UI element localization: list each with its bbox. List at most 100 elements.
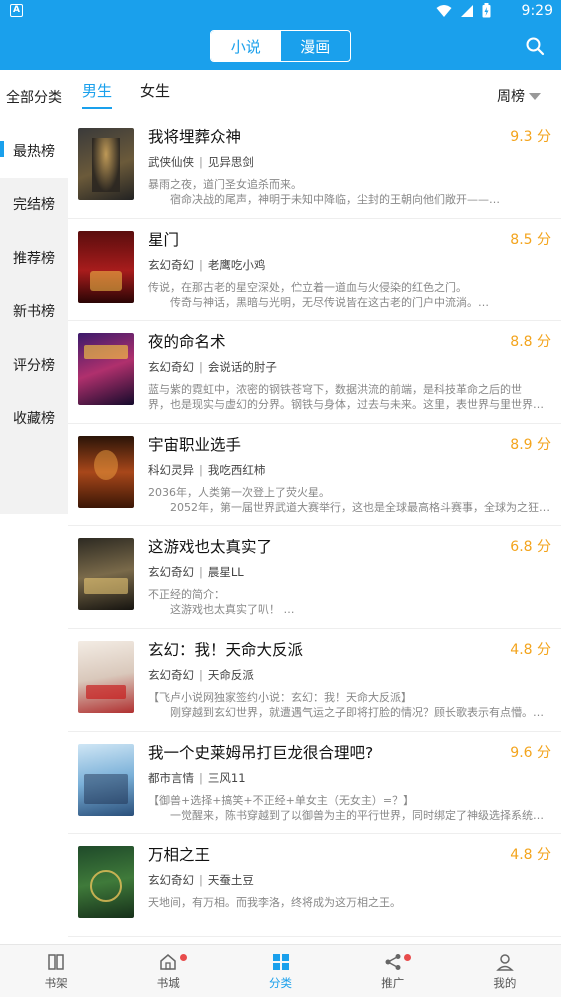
book-description: 暴雨之夜，道门圣女追杀而来。 宿命决战的尾声，神明于未知中降临，尘封的王朝向他们敞… [148, 177, 553, 207]
nav-label: 分类 [269, 975, 292, 990]
sidebar-item-recommended[interactable]: 推荐榜 [0, 231, 68, 285]
tab-novel[interactable]: 小说 [211, 31, 281, 61]
book-category: 玄幻奇幻 [148, 360, 194, 375]
book-cover [78, 743, 134, 816]
book-title: 玄幻：我！天命大反派 [148, 640, 304, 659]
book-description: 【御兽+选择+搞笑+不正经+单女主（无女主）=？】 一觉醒来，陈书穿越到了以御兽为… [148, 793, 553, 823]
book-item[interactable]: 我一个史莱姆吊打巨龙很合理吧? 9.6 分 都市言情 | 三风11 【御兽+选择+搞… [68, 732, 561, 835]
sidebar-item-hottest[interactable]: 最热榜 [0, 124, 68, 178]
book-description: 2036年，人类第一次登上了荧火星。 2052年，第一届世界武道大赛举行，这也是全… [148, 485, 553, 515]
share-icon [385, 953, 401, 970]
all-categories-button[interactable]: 全部分类 [0, 70, 68, 124]
meta-divider: | [199, 565, 203, 580]
book-category: 武侠仙侠 [148, 155, 194, 169]
book-cover [78, 538, 134, 611]
meta-divider: | [199, 360, 203, 375]
book-author: 三风11 [207, 770, 246, 785]
book-item[interactable]: 万相之王 4.8 分 玄幻奇幻 | 天蚕土豆 天地间，有万相。而我李洛，终将成为这万… [68, 834, 561, 937]
description-line: 天地间，有万相。而我李洛，终将成为这万相之王。 [148, 896, 401, 910]
book-cover [78, 640, 134, 713]
book-score: 6.8 分 [510, 539, 551, 556]
description-line: 2052年，第一届世界武道大赛举行，这也是全球最高格斗赛事，全球为之狂… [170, 500, 550, 514]
tab-female[interactable]: 女生 [140, 80, 170, 109]
book-description: 传说，在那古老的星空深处，伫立着一道血与火侵染的红色之门。 传奇与神话，黑暗与光明… [148, 280, 553, 310]
book-title: 夜的命名术 [148, 333, 226, 352]
nav-profile[interactable]: 我的 [449, 945, 561, 997]
nav-promotion[interactable]: 推广 [337, 945, 449, 997]
period-dropdown[interactable]: 周榜 [497, 86, 541, 106]
description-line: 刚穿越到玄幻世界，就遭遇气运之子即将打脸的情况？顾长歌表示有点懵。… [170, 705, 544, 719]
clock: 9:29 [521, 3, 553, 19]
category-icon [272, 953, 289, 970]
book-score: 4.8 分 [510, 641, 551, 658]
description-line: 传说，在那古老的星空深处，伫立着一道血与火侵染的红色之门。 [148, 280, 467, 294]
meta-divider: | [199, 667, 203, 682]
sidebar-item-rating[interactable]: 评分榜 [0, 338, 68, 392]
book-item[interactable]: 玄幻：我！天命大反派 4.8 分 玄幻奇幻 | 天命反派 【飞卢小说网独家签约小说：… [68, 629, 561, 732]
nav-label: 我的 [493, 975, 517, 990]
book-item[interactable]: 星门 8.5 分 玄幻奇幻 | 老鹰吃小鸡 传说，在那古老的星空深处，伫立着一道血与… [68, 219, 561, 322]
description-line: 【飞卢小说网独家签约小说：玄幻：我！天命大反派】 [148, 690, 412, 704]
book-score: 8.5 分 [510, 231, 551, 248]
app-notification-icon: A [10, 4, 23, 17]
signal-icon [461, 4, 473, 17]
sidebar-item-favorites[interactable]: 收藏榜 [0, 392, 68, 446]
nav-bookshelf[interactable]: 书架 [0, 945, 112, 997]
search-icon[interactable] [525, 36, 545, 56]
book-item[interactable]: 夜的命名术 8.8 分 玄幻奇幻 | 会说话的肘子 蓝与紫的霓虹中，浓密的钢铁苍穹下… [68, 321, 561, 424]
content-type-switch: 小说 漫画 [210, 30, 351, 62]
book-author: 老鹰吃小鸡 [207, 257, 266, 272]
tab-male[interactable]: 男生 [82, 80, 113, 109]
book-meta: 玄幻奇幻 | 天蚕土豆 [148, 872, 254, 888]
nav-label: 推广 [381, 975, 405, 990]
nav-category[interactable]: 分类 [224, 945, 336, 997]
book-category: 玄幻奇幻 [148, 565, 194, 580]
book-score: 8.9 分 [510, 436, 551, 453]
status-icons [436, 3, 491, 18]
book-category: 玄幻奇幻 [148, 873, 194, 888]
tab-comic[interactable]: 漫画 [281, 31, 351, 61]
wifi-icon [436, 4, 452, 17]
sidebar-item-new-books[interactable]: 新书榜 [0, 285, 68, 339]
book-score: 9.3 分 [510, 129, 551, 145]
ranking-list: 最热榜 完结榜 推荐榜 新书榜 评分榜 收藏榜 [0, 124, 68, 514]
book-meta: 玄幻奇幻 | 老鹰吃小鸡 [148, 257, 265, 273]
meta-divider: | [199, 873, 203, 888]
book-item[interactable]: 宇宙职业选手 8.9 分 科幻灵异 | 我吃西红柿 2036年，人类第一次登上了荧火… [68, 424, 561, 527]
book-meta: 科幻灵异 | 我吃西红柿 [148, 462, 265, 478]
battery-icon [482, 3, 491, 18]
book-title: 宇宙职业选手 [148, 435, 242, 454]
description-line: 宿命决战的尾声，神明于未知中降临，尘封的王朝向他们敞开——… [170, 193, 500, 206]
meta-divider: | [199, 257, 203, 272]
ranking-sidebar: 全部分类 最热榜 完结榜 推荐榜 新书榜 评分榜 收藏榜 [0, 70, 68, 944]
nav-label: 书城 [156, 975, 180, 990]
book-meta: 玄幻奇幻 | 会说话的肘子 [148, 359, 277, 375]
book-meta: 都市言情 | 三风11 [148, 770, 246, 786]
book-item[interactable]: 这游戏也太真实了 6.8 分 玄幻奇幻 | 晨星LL 不正经的简介： 这游戏也太真实了… [68, 526, 561, 629]
home-icon [160, 953, 177, 970]
nav-label: 书架 [44, 975, 68, 990]
sidebar-item-completed[interactable]: 完结榜 [0, 178, 68, 232]
book-author: 见异思剑 [207, 155, 254, 169]
book-cover [78, 230, 134, 303]
description-line: 2036年，人类第一次登上了荧火星。 [148, 485, 330, 499]
book-item[interactable]: 我将埋葬众神 9.3 分 武侠仙侠 | 见异思剑 暴雨之夜，道门圣女追杀而来。 宿命决… [68, 116, 561, 219]
profile-icon [496, 953, 514, 971]
dropdown-arrow-icon [529, 92, 541, 100]
book-author: 会说话的肘子 [207, 360, 277, 375]
book-cover [78, 846, 134, 919]
book-title: 我一个史莱姆吊打巨龙很合理吧? [148, 743, 374, 762]
book-author: 晨星LL [207, 565, 244, 580]
app-header: 小说 漫画 [0, 22, 561, 70]
book-category: 玄幻奇幻 [148, 257, 194, 272]
meta-divider: | [199, 462, 203, 477]
book-description: 蓝与紫的霓虹中，浓密的钢铁苍穹下，数据洪流的前端，是科技革命之后的世 界，也是现实… [148, 382, 553, 412]
meta-divider: | [199, 770, 203, 785]
nav-bookstore[interactable]: 书城 [112, 945, 224, 997]
book-author: 天命反派 [207, 667, 254, 682]
book-score: 8.8 分 [510, 334, 551, 351]
description-line: 界，也是现实与虚幻的分界。钢铁与身体，过去与未来。这里，表世界与里世界… [148, 398, 544, 412]
status-bar: A 9:29 [0, 0, 561, 22]
description-line: 不正经的简介： [148, 588, 225, 602]
book-cover [78, 128, 134, 200]
